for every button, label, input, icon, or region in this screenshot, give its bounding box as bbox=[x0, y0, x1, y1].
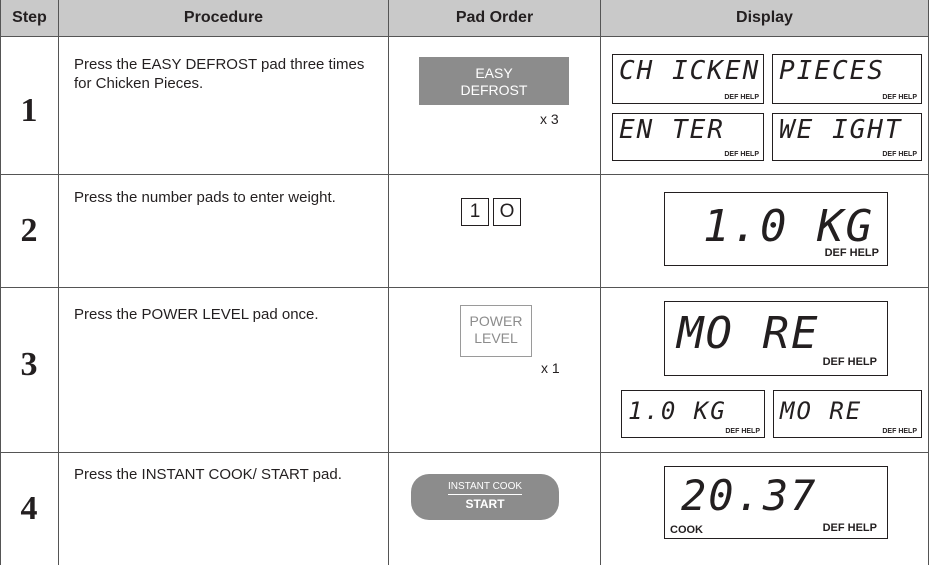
header-display: Display bbox=[601, 0, 928, 36]
lcd-subtext: DEF HELP bbox=[724, 151, 759, 158]
number-1-pad[interactable]: 1 bbox=[461, 198, 489, 226]
power-level-pad[interactable]: POWER LEVEL bbox=[460, 305, 532, 357]
lcd-text: WE IGHT bbox=[779, 115, 903, 145]
lcd-display: 20.37 COOK DEF HELP bbox=[664, 466, 888, 539]
grid-line bbox=[0, 36, 929, 37]
pad-line1: POWER bbox=[469, 313, 523, 329]
lcd-text: EN TER bbox=[619, 115, 725, 145]
grid-line bbox=[0, 0, 1, 565]
lcd-subtext: DEF HELP bbox=[724, 94, 759, 101]
pad-line2: LEVEL bbox=[474, 330, 518, 346]
header-pad-order: Pad Order bbox=[389, 0, 600, 36]
lcd-subtext-left: COOK bbox=[670, 524, 703, 536]
procedure-text: Press the EASY DEFROST pad three times f… bbox=[74, 56, 365, 92]
pad-line2: DEFROST bbox=[460, 82, 528, 98]
procedure-text: Press the INSTANT COOK/ START pad. bbox=[74, 466, 342, 483]
lcd-subtext: DEF HELP bbox=[822, 356, 877, 368]
step-number: 2 bbox=[20, 212, 38, 249]
number-0-pad[interactable]: O bbox=[493, 198, 521, 226]
pad-line1: INSTANT COOK bbox=[447, 481, 523, 495]
lcd-subtext: DEF HELP bbox=[882, 151, 917, 158]
step-number: 4 bbox=[20, 490, 38, 527]
pad-line2: START bbox=[465, 497, 505, 511]
header-step: Step bbox=[1, 0, 58, 36]
lcd-text: 20.37 bbox=[681, 471, 818, 520]
lcd-subtext: DEF HELP bbox=[882, 428, 917, 435]
grid-line bbox=[58, 0, 59, 565]
lcd-display: WE IGHT DEF HELP bbox=[772, 113, 922, 161]
lcd-display: 1.0 KG DEF HELP bbox=[621, 390, 765, 438]
multiplier: x 3 bbox=[540, 111, 559, 127]
lcd-text: MO RE bbox=[780, 397, 863, 425]
lcd-text: CH ICKEN bbox=[619, 56, 761, 86]
lcd-text: 1.0 KG bbox=[628, 397, 727, 425]
lcd-display: MO RE DEF HELP bbox=[664, 301, 888, 376]
lcd-display: PIECES DEF HELP bbox=[772, 54, 922, 104]
header-procedure: Procedure bbox=[59, 0, 388, 36]
lcd-text: MO RE bbox=[677, 308, 820, 359]
lcd-display: 1.0 KG DEF HELP bbox=[664, 192, 888, 266]
lcd-subtext: DEF HELP bbox=[824, 247, 879, 259]
lcd-display: MO RE DEF HELP bbox=[773, 390, 922, 438]
step-number: 3 bbox=[20, 346, 38, 383]
grid-line bbox=[0, 174, 929, 175]
instant-cook-start-pad[interactable]: INSTANT COOK START bbox=[411, 474, 559, 520]
procedure-text: Press the POWER LEVEL pad once. bbox=[74, 306, 319, 323]
grid-line bbox=[0, 287, 929, 288]
easy-defrost-pad[interactable]: EASY DEFROST bbox=[419, 57, 569, 105]
lcd-subtext: DEF HELP bbox=[822, 522, 877, 534]
grid-line bbox=[0, 452, 929, 453]
lcd-display: EN TER DEF HELP bbox=[612, 113, 764, 161]
lcd-subtext: DEF HELP bbox=[725, 428, 760, 435]
lcd-text: 1.0 KG bbox=[703, 201, 874, 252]
pad-line1: EASY bbox=[475, 65, 513, 81]
lcd-display: CH ICKEN DEF HELP bbox=[612, 54, 764, 104]
grid-line bbox=[600, 0, 601, 565]
multiplier: x 1 bbox=[541, 360, 560, 376]
lcd-text: PIECES bbox=[779, 56, 885, 86]
step-number: 1 bbox=[20, 92, 38, 129]
lcd-subtext: DEF HELP bbox=[882, 94, 917, 101]
grid-line bbox=[388, 0, 389, 565]
procedure-text: Press the number pads to enter weight. bbox=[74, 189, 336, 206]
